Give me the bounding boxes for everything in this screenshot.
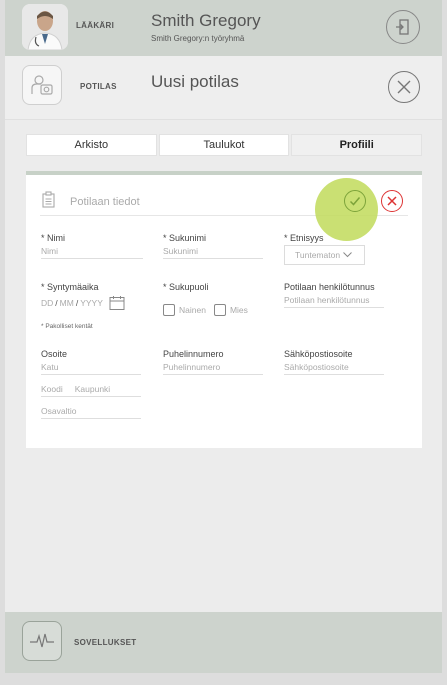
heartbeat-icon (30, 633, 54, 648)
birthdate-field: * Syntymäaika DD / MM / YYYY (41, 282, 125, 311)
user-group: Smith Gregory:n työryhmä (151, 34, 245, 43)
first-name-field: * Nimi Nimi (41, 233, 143, 259)
page-title: Uusi potilas (151, 72, 239, 91)
state-input[interactable]: Osavaltio (41, 406, 141, 419)
date-separator: / (55, 298, 58, 308)
street-input[interactable]: Katu (41, 362, 141, 375)
tab-taulukot[interactable]: Taulukot (158, 134, 290, 156)
ethnicity-field: * Etnisyys Tuntematon (284, 233, 365, 265)
form-title: Potilaan tiedot (70, 196, 140, 208)
gender-female-label: Nainen (179, 304, 206, 315)
address-label: Osoite (41, 349, 68, 359)
close-icon (397, 80, 411, 94)
cross-icon (387, 196, 397, 206)
last-name-field: * Sukunimi Sukunimi (163, 233, 263, 259)
logout-button[interactable] (386, 10, 420, 44)
bottom-bar: SOVELLUKSET (5, 612, 442, 673)
zip-city-row: Koodi Kaupunki (41, 384, 141, 397)
zip-input[interactable]: Koodi (41, 384, 63, 394)
role-label: LÄÄKÄRI (76, 21, 115, 30)
calendar-icon[interactable] (109, 295, 125, 311)
date-separator: / (75, 298, 79, 308)
ssn-label: Potilaan henkilötunnus (284, 282, 375, 292)
day-input[interactable]: DD (41, 298, 53, 308)
phone-field: Puhelinnumero Puhelinnumero (163, 349, 263, 375)
ethnicity-label: * Etnisyys (284, 233, 324, 243)
ethnicity-value: Tuntematon (295, 250, 341, 260)
apps-button[interactable] (22, 621, 62, 661)
logout-icon (396, 19, 409, 35)
month-input[interactable]: MM (60, 298, 74, 308)
patient-form-card: Potilaan tiedot * Nimi Nimi * Sukunimi S… (26, 171, 422, 448)
email-input[interactable]: Sähköpostiosoite (284, 362, 384, 375)
gender-label: * Sukupuoli (163, 282, 209, 292)
year-input[interactable]: YYYY (80, 298, 103, 308)
apps-label: SOVELLUKSET (74, 638, 137, 647)
patient-icon (22, 65, 62, 105)
gender-male-checkbox[interactable] (213, 303, 226, 316)
gender-male-label: Mies (229, 304, 248, 315)
close-button[interactable] (388, 71, 420, 103)
check-icon (349, 197, 361, 206)
tab-profiili[interactable]: Profiili (291, 134, 423, 156)
required-note: * Pakolliset kentät (41, 323, 93, 330)
ethnicity-select[interactable]: Tuntematon (284, 245, 365, 265)
phone-input[interactable]: Puhelinnumero (163, 362, 263, 375)
ssn-field: Potilaan henkilötunnus Potilaan henkilöt… (284, 282, 384, 308)
birthdate-input[interactable]: DD / MM / YYYY (41, 295, 125, 311)
chevron-down-icon (343, 252, 352, 258)
top-header: LÄÄKÄRI Smith Gregory Smith Gregory:n ty… (5, 0, 442, 56)
section-label: POTILAS (80, 82, 117, 91)
touch-highlight (315, 178, 378, 241)
document-icon (42, 191, 55, 208)
gender-options: Nainen Mies (163, 301, 256, 319)
gender-field: * Sukupuoli Nainen Mies (163, 282, 256, 319)
first-name-input[interactable]: Nimi (41, 246, 143, 259)
first-name-label: * Nimi (41, 233, 65, 243)
confirm-button[interactable] (344, 190, 366, 212)
user-name: Smith Gregory (151, 11, 261, 30)
cancel-button[interactable] (381, 190, 403, 212)
last-name-label: * Sukunimi (163, 233, 207, 243)
phone-label: Puhelinnumero (163, 349, 224, 359)
address-field: Osoite Katu Koodi Kaupunki Osavaltio (41, 349, 141, 419)
tab-bar: Arkisto Taulukot Profiili (26, 134, 423, 156)
birthdate-label: * Syntymäaika (41, 282, 99, 292)
email-field: Sähköpostiosoite Sähköpostiosoite (284, 349, 384, 375)
ssn-input[interactable]: Potilaan henkilötunnus (284, 295, 384, 308)
avatar (22, 4, 68, 50)
app-frame: LÄÄKÄRI Smith Gregory Smith Gregory:n ty… (5, 0, 442, 673)
last-name-input[interactable]: Sukunimi (163, 246, 263, 259)
gender-female-checkbox[interactable] (163, 303, 175, 316)
email-label: Sähköpostiosoite (284, 349, 353, 359)
tab-arkisto[interactable]: Arkisto (26, 134, 157, 156)
patient-subheader: POTILAS Uusi potilas (5, 56, 442, 120)
city-input[interactable]: Kaupunki (75, 384, 110, 394)
